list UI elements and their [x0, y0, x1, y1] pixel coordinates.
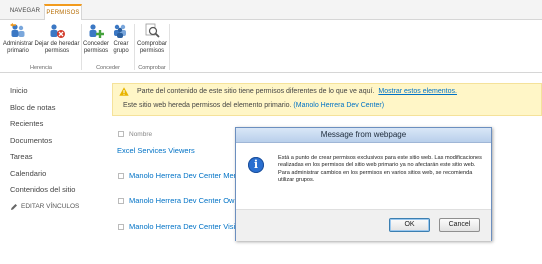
crear-grupo-icon: [114, 24, 126, 38]
row-checkbox[interactable]: [118, 223, 124, 230]
administrar-primario-icon: [10, 23, 25, 37]
ok-button[interactable]: OK: [389, 218, 430, 232]
group-label-comprobar: Comprobar: [138, 65, 166, 71]
group-separator: [169, 24, 170, 70]
comprobar-permisos-label-2: permisos: [139, 47, 165, 54]
dialog-title: Message from webpage: [236, 128, 491, 143]
list-item: Manolo Herrera Dev Center Visitor: [118, 222, 244, 231]
comprobar-permisos-label-1: Comprobar: [136, 41, 167, 47]
show-items-link[interactable]: Mostrar estos elementos.: [378, 88, 457, 95]
comprobar-permisos-button[interactable]: Comprobar permisos: [136, 23, 168, 54]
group-separator: [81, 24, 82, 70]
info-icon: i: [248, 157, 264, 173]
conceder-permisos-label-2: permisos: [83, 47, 109, 54]
dejar-de-heredar-button[interactable]: Dejar de heredar permisos: [34, 23, 80, 54]
row-checkbox[interactable]: [118, 197, 124, 204]
administrar-primario-button[interactable]: Administrar primario: [2, 23, 34, 54]
group-label-conceder: Conceder: [96, 65, 120, 71]
tab-navegar[interactable]: NAVEGAR: [6, 4, 44, 20]
cancel-button[interactable]: Cancel: [439, 218, 480, 232]
edit-links-label: EDITAR VÍNCULOS: [21, 203, 80, 210]
warning-text: Parte del contenido de este sitio tiene …: [137, 88, 375, 95]
administrar-primario-label-2: primario: [7, 47, 29, 54]
conceder-permisos-label-1: Conceder: [83, 41, 110, 47]
conceder-permisos-button[interactable]: Conceder permisos: [83, 23, 109, 54]
dejar-de-heredar-label-2: permisos: [44, 47, 70, 54]
nav-item-recientes[interactable]: Recientes: [10, 118, 110, 135]
nav-item-tareas[interactable]: Tareas: [10, 151, 110, 168]
dialog-footer: OK Cancel: [236, 209, 491, 241]
parent-site-link[interactable]: (Manolo Herrera Dev Center): [293, 102, 384, 109]
ribbon: Administrar primario Dejar de heredar pe…: [0, 20, 542, 73]
nav-item-inicio[interactable]: Inicio: [10, 85, 110, 102]
row-checkbox[interactable]: [118, 172, 124, 179]
inherit-text: Este sitio web hereda permisos del eleme…: [123, 102, 292, 109]
list-item: Manolo Herrera Dev Center Owner: [118, 196, 245, 205]
list-item: Excel Services Viewers: [117, 146, 195, 155]
permissions-warning-bar: Parte del contenido de este sitio tiene …: [112, 83, 542, 116]
nav-item-bloc-de-notas[interactable]: Bloc de notas: [10, 102, 110, 119]
warning-icon: [119, 87, 129, 96]
conceder-permisos-icon: [89, 24, 104, 38]
list-item: Manolo Herrera Dev Center Memb: [118, 171, 244, 180]
group-separator: [134, 24, 135, 70]
left-navigation: Inicio Bloc de notas Recientes Documento…: [10, 85, 110, 211]
nav-item-calendario[interactable]: Calendario: [10, 168, 110, 185]
nav-item-documentos[interactable]: Documentos: [10, 135, 110, 152]
group-link[interactable]: Manolo Herrera Dev Center Owner: [129, 196, 245, 205]
ribbon-tabs: NAVEGAR PERMISOS: [0, 0, 542, 21]
group-link[interactable]: Manolo Herrera Dev Center Visitor: [129, 222, 244, 231]
edit-links-button[interactable]: EDITAR VÍNCULOS: [10, 203, 110, 211]
pencil-icon: [11, 203, 17, 210]
crear-grupo-button[interactable]: Crear grupo: [110, 23, 132, 54]
administrar-primario-label-1: Administrar: [2, 41, 34, 47]
dialog-message: Está a punto de crear permisos exclusivo…: [278, 155, 482, 184]
dialog-body: i Está a punto de crear permisos exclusi…: [236, 143, 491, 209]
tab-permisos[interactable]: PERMISOS: [44, 4, 82, 21]
message-dialog: Message from webpage i Está a punto de c…: [235, 127, 492, 241]
crear-grupo-label-1: Crear: [113, 41, 129, 47]
dejar-de-heredar-icon: [50, 24, 65, 38]
crear-grupo-label-2: grupo: [113, 47, 129, 54]
select-all-checkbox[interactable]: [118, 131, 124, 137]
group-link[interactable]: Excel Services Viewers: [117, 146, 195, 155]
dejar-de-heredar-label-1: Dejar de heredar: [34, 41, 80, 47]
magnifier-icon: [145, 23, 160, 38]
nav-item-contenidos-del-sitio[interactable]: Contenidos del sitio: [10, 184, 110, 201]
column-header-nombre[interactable]: Nombre: [129, 131, 152, 138]
group-link[interactable]: Manolo Herrera Dev Center Memb: [129, 171, 244, 180]
group-label-herencia: Herencia: [29, 65, 52, 71]
